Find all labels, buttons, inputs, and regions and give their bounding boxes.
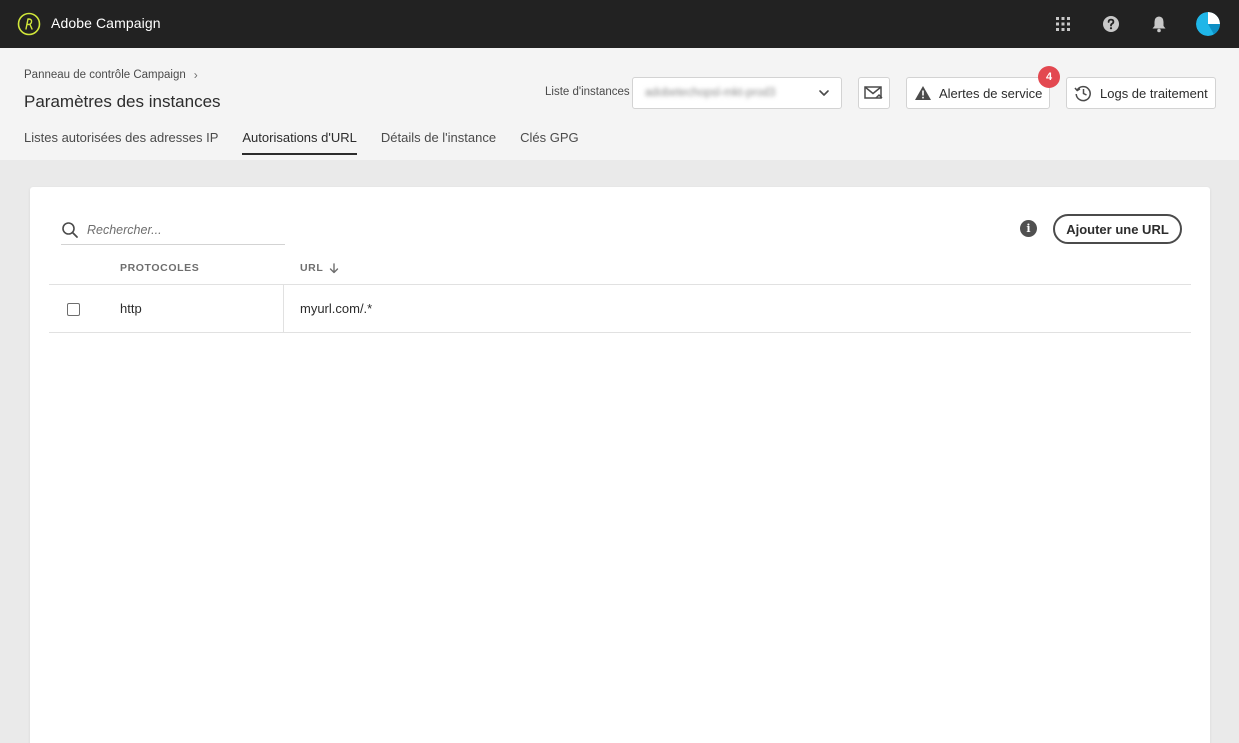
chevron-right-icon: › bbox=[193, 68, 198, 82]
tab-url-permissions[interactable]: Autorisations d'URL bbox=[242, 130, 357, 155]
instances-label: Liste d'instances bbox=[545, 86, 630, 98]
instances-dropdown[interactable]: adobetechopsl-mkt-prod3 bbox=[632, 77, 842, 109]
search-bar bbox=[61, 215, 285, 245]
sort-down-arrow-icon bbox=[330, 262, 339, 273]
tab-instance-details[interactable]: Détails de l'instance bbox=[381, 130, 496, 155]
instances-value: adobetechopsl-mkt-prod3 bbox=[645, 87, 776, 99]
column-header-url[interactable]: URL bbox=[300, 262, 339, 274]
checkbox[interactable] bbox=[67, 303, 80, 316]
apps-grid-icon[interactable] bbox=[1053, 14, 1073, 34]
avatar[interactable] bbox=[1196, 12, 1220, 36]
top-bar: Adobe Campaign bbox=[0, 0, 1239, 48]
bell-icon[interactable] bbox=[1149, 14, 1169, 34]
alerts-count-badge: 4 bbox=[1038, 66, 1060, 88]
search-icon bbox=[62, 221, 78, 238]
history-icon bbox=[1074, 85, 1091, 102]
mail-button[interactable] bbox=[858, 77, 890, 109]
column-header-url-label: URL bbox=[300, 262, 324, 274]
content-card: i Ajouter une URL PROTOCOLES URL http my… bbox=[30, 187, 1210, 743]
table-header: PROTOCOLES URL bbox=[49, 253, 1191, 285]
info-icon[interactable]: i bbox=[1020, 220, 1037, 237]
breadcrumb-link[interactable]: Panneau de contrôle Campaign bbox=[24, 69, 186, 81]
column-divider bbox=[283, 285, 284, 333]
alert-triangle-icon bbox=[915, 86, 931, 100]
help-icon[interactable] bbox=[1101, 14, 1121, 34]
processing-logs-label: Logs de traitement bbox=[1100, 85, 1208, 101]
app-title[interactable]: Adobe Campaign bbox=[51, 15, 161, 31]
page-title: Paramètres des instances bbox=[24, 92, 221, 111]
processing-logs-button[interactable]: Logs de traitement bbox=[1066, 77, 1216, 109]
url-permissions-table: PROTOCOLES URL http myurl.com/.* bbox=[49, 253, 1191, 333]
page-header: Panneau de contrôle Campaign › Paramètre… bbox=[0, 48, 1239, 160]
tab-ip-allowlists[interactable]: Listes autorisées des adresses IP bbox=[24, 130, 218, 155]
service-alerts-button[interactable]: Alertes de service bbox=[906, 77, 1050, 109]
protocol-cell: http bbox=[120, 301, 142, 316]
mail-icon bbox=[864, 86, 883, 99]
column-header-protocols[interactable]: PROTOCOLES bbox=[120, 262, 199, 274]
url-cell: myurl.com/.* bbox=[300, 301, 373, 316]
table-row[interactable]: http myurl.com/.* bbox=[49, 285, 1191, 333]
service-alerts-label: Alertes de service bbox=[939, 85, 1043, 101]
add-url-button[interactable]: Ajouter une URL bbox=[1053, 214, 1182, 244]
adobe-campaign-logo-icon[interactable] bbox=[17, 12, 41, 36]
tab-bar: Listes autorisées des adresses IP Autori… bbox=[24, 130, 579, 155]
chevron-down-icon bbox=[819, 90, 829, 96]
search-input[interactable] bbox=[87, 222, 267, 237]
tab-gpg-keys[interactable]: Clés GPG bbox=[520, 130, 579, 155]
breadcrumb: Panneau de contrôle Campaign › bbox=[24, 68, 198, 82]
